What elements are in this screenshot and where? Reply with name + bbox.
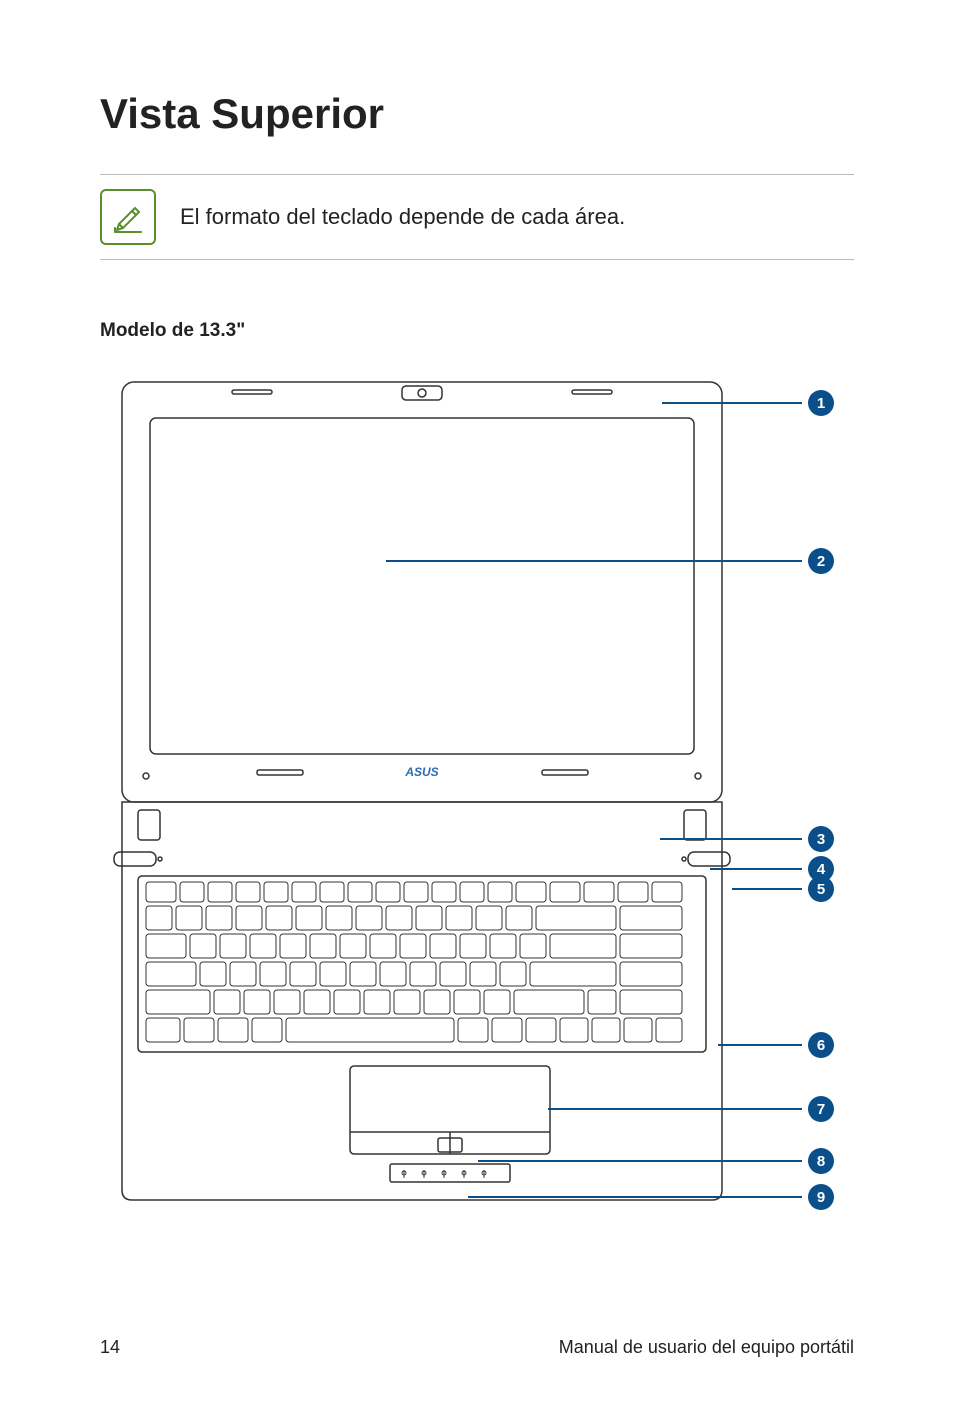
laptop-diagram: ASUS <box>102 372 852 1212</box>
camera-icon <box>402 386 442 400</box>
model-label: Modelo de 13.3" <box>100 320 854 342</box>
note-pencil-icon <box>100 189 156 245</box>
callout-5: 5 <box>732 876 834 902</box>
page-title: Vista Superior <box>100 90 854 138</box>
note-callout: El formato del teclado depende de cada á… <box>100 174 854 260</box>
callout-6: 6 <box>718 1032 834 1058</box>
callout-7: 7 <box>548 1096 834 1122</box>
callout-8: 8 <box>478 1148 834 1174</box>
callout-2: 2 <box>386 548 834 574</box>
callout-1: 1 <box>662 390 834 416</box>
callout-3: 3 <box>660 826 834 852</box>
note-text: El formato del teclado depende de cada á… <box>180 204 625 230</box>
publication-title: Manual de usuario del equipo portátil <box>559 1337 854 1358</box>
callout-9: 9 <box>468 1184 834 1210</box>
brand-logo: ASUS <box>404 765 438 779</box>
page-number: 14 <box>100 1337 120 1358</box>
